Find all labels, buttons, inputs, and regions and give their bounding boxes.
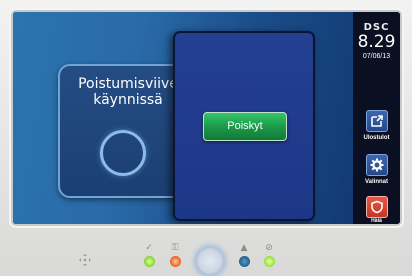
outputs-button[interactable] <box>366 110 388 132</box>
ready-check-icon: ✓ <box>145 243 153 253</box>
armed-lock-icon: ⚿ <box>171 243 179 253</box>
options-label: Valinnat <box>364 179 388 185</box>
trouble-warning-icon: ▲ <box>240 243 248 253</box>
emergency-button[interactable] <box>366 196 388 218</box>
clock-time: 8.29 <box>357 32 396 52</box>
outputs-label: Ulostulot <box>363 135 390 141</box>
ac-power-icon: ⊘ <box>265 243 273 253</box>
shield-icon <box>371 200 383 214</box>
home-button[interactable] <box>195 246 225 276</box>
clock-date: 07/06/13 <box>362 53 391 60</box>
countdown-ring-icon <box>100 130 146 176</box>
disarm-button[interactable]: Poiskyt <box>203 112 287 141</box>
touch-screen: Poistumisviive käynnissä Poiskyt DSC 8.2… <box>13 12 400 224</box>
trouble-led <box>239 256 250 267</box>
external-link-icon <box>371 115 383 127</box>
gear-icon <box>370 158 384 172</box>
main-area: Poistumisviive käynnissä Poiskyt <box>13 12 353 224</box>
options-button[interactable] <box>366 154 388 176</box>
navigation-pad-icon[interactable] <box>78 253 92 267</box>
ac-power-led <box>264 256 275 267</box>
armed-led <box>170 256 181 267</box>
exit-dialog-panel: Poiskyt <box>173 31 315 221</box>
side-menu: DSC 8.29 07/06/13 Ulostulot Valinnat Hät… <box>353 12 400 224</box>
emergency-label: Hätä <box>371 218 382 224</box>
ready-led <box>144 256 155 267</box>
